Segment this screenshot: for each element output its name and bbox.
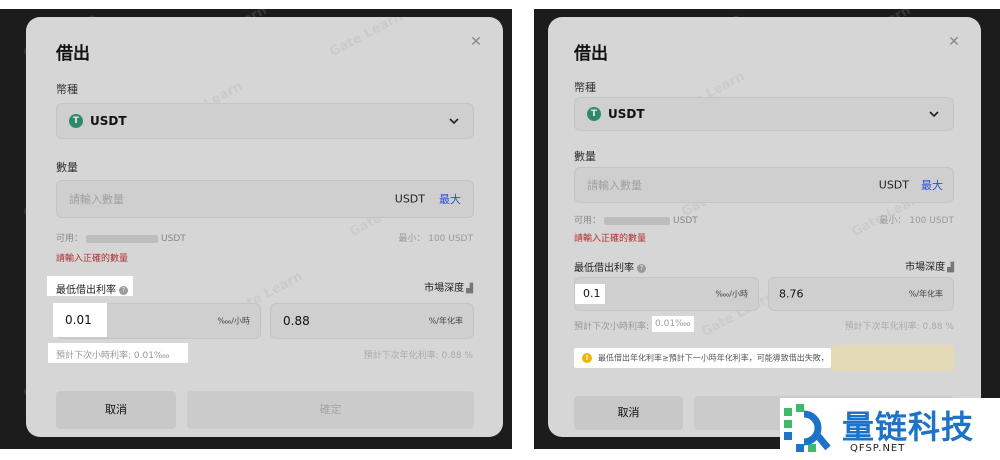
brand-logo: 量链科技 QFSP.NET: [780, 398, 1000, 460]
min-amount: 最小： 100 USDT: [879, 216, 954, 226]
close-icon[interactable]: ✕: [947, 35, 961, 49]
amount-input[interactable]: 請輸入數量 USDT 最大: [56, 180, 474, 218]
left-screenshot: Gate Learn Gate Learn Gate Learn Gate Le…: [0, 9, 512, 449]
comparison-stage: Gate Learn Gate Learn Gate Learn Gate Le…: [0, 0, 1000, 460]
market-depth-link[interactable]: 市場深度 ▟: [905, 258, 954, 273]
info-icon[interactable]: ?: [119, 285, 128, 295]
annual-rate-input[interactable]: 8.76 %/年化率: [768, 277, 954, 311]
market-depth-text: 市場深度: [905, 262, 946, 273]
annual-rate-suffix: %/年化率: [428, 316, 463, 326]
blurred-balance: [604, 216, 671, 225]
min-rate-label-text: 最低借出利率: [56, 285, 116, 296]
warning-text: 最低借出年化利率≥預計下一小時年化利率，可能導致借出失敗，: [598, 353, 829, 363]
amount-unit: USDT: [394, 192, 425, 206]
coin-name: USDT: [90, 114, 127, 128]
blurred-balance: [86, 234, 159, 243]
cancel-button[interactable]: 取消: [56, 391, 176, 429]
modal-title: 借出: [56, 44, 90, 64]
warning-banner-tail: [831, 345, 954, 371]
hourly-rate-suffix: ‱/小時: [715, 289, 748, 299]
chevron-down-icon: [929, 111, 939, 118]
annual-rate-value: 0.88: [283, 314, 310, 328]
hourly-rate-value: 0.01: [65, 313, 92, 327]
chevron-down-icon: [449, 118, 459, 125]
annual-rate-value: 8.76: [779, 287, 804, 301]
confirm-button[interactable]: 確定: [187, 391, 474, 429]
next-annual-rate-hint: 預計下次年化利率: 0.88 %: [844, 322, 954, 332]
tether-icon: T: [587, 107, 601, 121]
available-unit: USDT: [161, 234, 186, 244]
available-unit: USDT: [673, 216, 698, 226]
currency-select[interactable]: T USDT: [574, 97, 954, 131]
lend-modal: Gate Learn Gate Learn Gate Learn Gate Le…: [548, 17, 981, 437]
annual-rate-suffix: %/年化率: [908, 289, 943, 299]
hourly-rate-value: 0.1: [583, 287, 601, 300]
warning-icon: !: [582, 353, 592, 363]
min-rate-label-text: 最低借出利率: [574, 263, 634, 274]
brand-name: 量链科技: [842, 408, 975, 446]
next-hour-rate-hint: 預計下次小時利率: 0.01‱: [56, 351, 170, 361]
market-depth-text: 市場深度: [424, 283, 465, 294]
next-hour-rate-hint: 預計下次小時利率:: [574, 319, 649, 332]
market-depth-link[interactable]: 市場深度 ▟: [424, 279, 473, 294]
modal-title: 借出: [574, 44, 608, 64]
watermark: Gate Learn: [327, 9, 406, 61]
right-screenshot: Gate Learn Gate Learn Gate Learn Gate Le…: [534, 9, 1000, 449]
currency-label: 幣種: [56, 83, 78, 96]
coin-name: USDT: [608, 107, 645, 121]
amount-input[interactable]: 請輸入數量 USDT 最大: [574, 167, 954, 203]
error-message: 請輸入正確的數量: [574, 234, 647, 244]
next-annual-rate-hint: 預計下次年化利率: 0.88 %: [363, 351, 473, 361]
info-icon[interactable]: ?: [637, 263, 646, 273]
error-message: 請輸入正確的數量: [56, 254, 129, 264]
currency-select[interactable]: T USDT: [56, 103, 474, 139]
next-hour-value: 0.01‱: [655, 319, 691, 329]
amount-label: 數量: [56, 161, 78, 174]
annual-rate-input[interactable]: 0.88 %/年化率: [270, 303, 474, 339]
brand-domain: QFSP.NET: [850, 443, 906, 454]
available-prefix: 可用：: [574, 216, 602, 226]
close-icon[interactable]: ✕: [469, 35, 483, 49]
amount-unit: USDT: [878, 178, 909, 192]
chart-icon: ▟: [947, 263, 954, 273]
available-balance: 可用： USDT: [56, 231, 186, 244]
lend-modal: Gate Learn Gate Learn Gate Learn Gate Le…: [26, 9, 503, 437]
chart-icon: ▟: [466, 284, 473, 294]
min-rate-label: 最低借出利率?: [574, 259, 646, 274]
amount-placeholder: 請輸入數量: [587, 179, 642, 192]
tether-icon: T: [69, 114, 83, 128]
min-amount: 最小： 100 USDT: [398, 234, 473, 244]
warning-banner: ! 最低借出年化利率≥預計下一小時年化利率，可能導致借出失敗，: [574, 348, 831, 368]
amount-label: 數量: [574, 150, 596, 163]
cancel-button[interactable]: 取消: [574, 396, 683, 430]
brand-mark-icon: [784, 404, 831, 452]
max-button[interactable]: 最大: [439, 191, 461, 207]
available-balance: 可用： USDT: [574, 213, 698, 226]
available-prefix: 可用：: [56, 234, 84, 244]
amount-placeholder: 請輸入數量: [69, 193, 124, 206]
max-button[interactable]: 最大: [921, 177, 943, 193]
hourly-rate-suffix: ‱/小時: [217, 316, 250, 326]
currency-label: 幣種: [574, 81, 596, 94]
next-hour-prefix: 預計下次小時利率:: [574, 322, 650, 332]
min-rate-label: 最低借出利率?: [56, 281, 128, 296]
